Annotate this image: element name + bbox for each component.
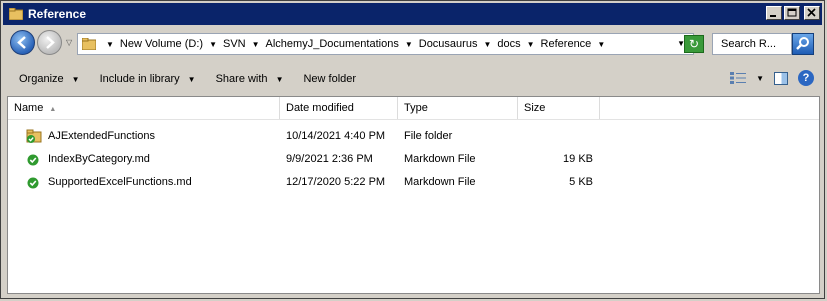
file-name: SupportedExcelFunctions.md	[48, 176, 192, 188]
forward-arrow-icon	[46, 36, 55, 49]
toolbar-right: ▼ ?	[730, 70, 814, 86]
chevron-down-icon: ▼	[71, 74, 80, 84]
explorer-window: Reference ▽ ▼ New Volume (D:) ▼ SVN ▼ Al…	[0, 0, 825, 299]
file-row[interactable]: AJExtendedFunctions 10/14/2021 4:40 PM F…	[8, 125, 608, 147]
chevron-down-icon[interactable]: ▼	[527, 40, 535, 49]
column-header-size[interactable]: Size	[518, 97, 600, 119]
file-synced-icon	[27, 154, 39, 166]
date-modified-cell: 12/17/2020 5:22 PM	[286, 176, 386, 188]
folder-synced-icon	[26, 129, 42, 143]
chevron-down-icon[interactable]: ▼	[209, 40, 217, 49]
chevron-down-icon[interactable]: ▼	[597, 40, 605, 49]
search-icon	[796, 37, 809, 50]
include-in-library-label: Include in library	[99, 73, 180, 85]
column-type-label: Type	[404, 102, 428, 114]
refresh-icon: ↻	[688, 37, 700, 51]
size-cell: 19 KB	[563, 153, 593, 165]
breadcrumb-svn[interactable]: SVN	[223, 38, 246, 50]
search-input[interactable]: Search R...	[712, 33, 792, 55]
column-header-type[interactable]: Type	[398, 97, 518, 119]
column-header-name[interactable]: Name ▲	[8, 97, 280, 119]
file-name-cell: SupportedExcelFunctions.md	[26, 171, 192, 193]
column-size-label: Size	[524, 102, 546, 114]
folder-icon	[82, 38, 96, 50]
breadcrumb-drive[interactable]: New Volume (D:)	[120, 38, 203, 50]
size-cell	[478, 125, 593, 147]
type-cell: File folder	[404, 130, 453, 142]
column-name-label: Name	[14, 102, 44, 114]
view-options-dropdown[interactable]: ▼	[756, 74, 764, 83]
file-name-cell: IndexByCategory.md	[26, 148, 150, 170]
back-button[interactable]	[10, 30, 35, 55]
type-cell: Markdown File	[404, 153, 476, 165]
help-icon[interactable]: ?	[798, 70, 814, 86]
forward-button[interactable]	[37, 30, 62, 55]
share-with-button[interactable]: Share with ▼	[216, 73, 284, 85]
minimize-icon	[770, 15, 776, 17]
preview-pane-icon[interactable]	[774, 71, 788, 85]
file-synced-icon	[27, 177, 39, 189]
file-row[interactable]: SupportedExcelFunctions.md 12/17/2020 5:…	[8, 171, 608, 193]
file-name-cell: AJExtendedFunctions	[26, 125, 155, 147]
close-icon	[807, 8, 816, 17]
organize-label: Organize	[19, 73, 64, 85]
close-button[interactable]	[804, 6, 820, 20]
file-name: AJExtendedFunctions	[48, 130, 156, 142]
window-controls	[766, 6, 820, 20]
title-bar[interactable]: Reference	[3, 3, 822, 25]
file-list[interactable]: Name ▲ Date modified Type Size AJExtended…	[7, 96, 820, 294]
include-in-library-button[interactable]: Include in library ▼	[100, 73, 196, 85]
window-title: Reference	[28, 7, 87, 21]
date-modified-cell: 9/9/2021 2:36 PM	[286, 153, 373, 165]
breadcrumb-reference[interactable]: Reference	[541, 38, 592, 50]
new-folder-label: New folder	[303, 73, 357, 85]
chevron-down-icon[interactable]: ▼	[483, 40, 491, 49]
column-headers: Name ▲ Date modified Type Size	[8, 97, 819, 120]
recent-pages-dropdown[interactable]: ▽	[66, 38, 72, 47]
breadcrumb-alchemyj[interactable]: AlchemyJ_Documentations	[266, 38, 399, 50]
chevron-down-icon[interactable]: ▼	[252, 40, 260, 49]
size-cell: 5 KB	[569, 176, 593, 188]
chevron-down-icon[interactable]: ▼	[106, 40, 114, 49]
chevron-down-icon[interactable]: ▼	[405, 40, 413, 49]
column-header-date[interactable]: Date modified	[280, 97, 398, 119]
file-row[interactable]: IndexByCategory.md 9/9/2021 2:36 PM Mark…	[8, 148, 608, 170]
address-bar[interactable]: ▼ New Volume (D:) ▼ SVN ▼ AlchemyJ_Docum…	[77, 33, 694, 55]
date-modified-cell: 10/14/2021 4:40 PM	[286, 130, 386, 142]
type-cell: Markdown File	[404, 176, 476, 188]
sort-ascending-icon: ▲	[49, 106, 57, 113]
column-date-label: Date modified	[286, 102, 354, 114]
maximize-icon	[787, 8, 797, 17]
back-arrow-icon	[17, 36, 26, 49]
minimize-button[interactable]	[766, 6, 782, 20]
chevron-down-icon: ▼	[275, 74, 284, 84]
change-view-icon[interactable]	[730, 72, 747, 84]
command-bar: Organize ▼ Include in library ▼ Share wi…	[5, 64, 820, 94]
folder-icon	[9, 8, 23, 20]
organize-button[interactable]: Organize ▼	[19, 73, 80, 85]
chevron-down-icon: ▼	[187, 74, 196, 84]
search-button[interactable]	[792, 33, 814, 55]
file-name: IndexByCategory.md	[48, 153, 150, 165]
share-with-label: Share with	[215, 73, 268, 85]
refresh-button[interactable]: ↻	[684, 35, 704, 53]
breadcrumb-docs[interactable]: docs	[497, 38, 520, 50]
new-folder-button[interactable]: New folder	[303, 73, 356, 85]
maximize-button[interactable]	[784, 6, 800, 20]
breadcrumb-docusaurus[interactable]: Docusaurus	[419, 38, 478, 50]
navigation-bar: ▽ ▼ New Volume (D:) ▼ SVN ▼ AlchemyJ_Doc…	[5, 28, 820, 60]
